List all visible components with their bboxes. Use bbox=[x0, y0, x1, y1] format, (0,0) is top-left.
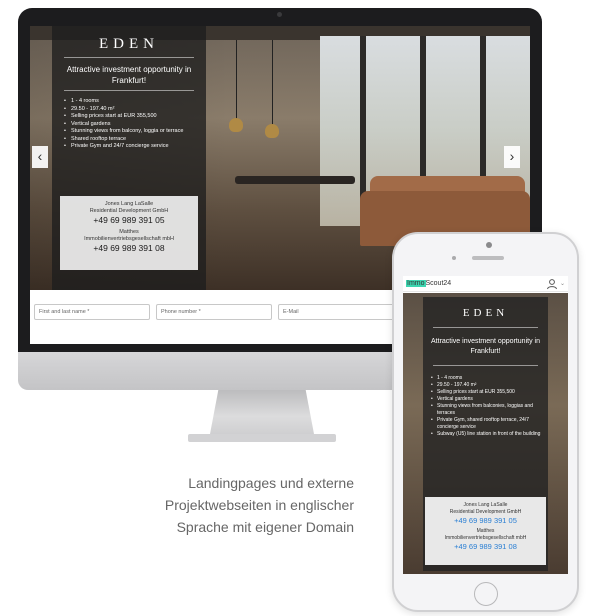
phone-sensor bbox=[452, 256, 456, 260]
phone-info-panel: EDEN Attractive investment opportunity i… bbox=[423, 297, 548, 571]
home-button[interactable] bbox=[474, 582, 498, 606]
mobile-phone: ImmoScout24 ⌄ EDEN Attractive investment… bbox=[392, 232, 579, 612]
email-field[interactable]: E-Mail bbox=[278, 304, 394, 320]
caption-line: Landingpages und externe bbox=[188, 475, 354, 491]
feature-item: Private Gym, shared rooftop terrace, 24/… bbox=[431, 417, 544, 431]
chevron-down-icon: ⌄ bbox=[559, 281, 565, 287]
phone-screen: ImmoScout24 ⌄ EDEN Attractive investment… bbox=[403, 276, 568, 574]
pendant-cord bbox=[272, 40, 273, 126]
contact-box: Jones Lang LaSalle Residential Developme… bbox=[425, 497, 546, 565]
feature-item: Stunning views from balcony, loggia or t… bbox=[64, 128, 198, 136]
contact-phone-link[interactable]: +49 69 989 391 05 bbox=[60, 215, 198, 226]
feature-item: Vertical gardens bbox=[64, 121, 198, 129]
contact-company-sub: Residential Development GmbH bbox=[449, 509, 522, 515]
feature-list: 1 - 4 rooms 29.50 - 197.40 m² Selling pr… bbox=[431, 375, 544, 438]
slider-next-button[interactable]: › bbox=[504, 146, 520, 168]
phone-speaker bbox=[472, 256, 504, 260]
monitor-camera bbox=[277, 12, 282, 17]
pendant-lamp bbox=[229, 118, 243, 132]
monitor-stand bbox=[210, 390, 314, 434]
dining-table bbox=[235, 176, 355, 184]
contact-company-sub: Immobilienvertriebsgesellschaft mbH bbox=[84, 236, 174, 242]
tagline: Attractive investment opportunity in Fra… bbox=[431, 338, 540, 355]
feature-item: 1 - 4 rooms bbox=[64, 98, 198, 106]
feature-item: Subway (U5) line station in front of the… bbox=[431, 431, 544, 438]
feature-item: 29.50 - 197.40 m² bbox=[64, 106, 198, 114]
contact-company-sub: Residential Development GmbH bbox=[89, 208, 169, 214]
app-header: ImmoScout24 ⌄ bbox=[403, 276, 568, 292]
divider bbox=[64, 90, 194, 91]
feature-item: Vertical gardens bbox=[431, 396, 544, 403]
feature-item: 29.50 - 197.40 m² bbox=[431, 382, 544, 389]
pendant-lamp bbox=[265, 124, 279, 138]
contact-company: Jones Lang LaSalle bbox=[463, 502, 508, 508]
divider bbox=[64, 57, 194, 58]
contact-box: Jones Lang LaSalle Residential Developme… bbox=[60, 196, 198, 270]
feature-item: Private Gym and 24/7 concierge service bbox=[64, 143, 198, 151]
slider-prev-button[interactable]: ‹ bbox=[32, 146, 48, 168]
feature-item: 1 - 4 rooms bbox=[431, 375, 544, 382]
contact-company: Matthes bbox=[476, 528, 495, 534]
phone-hero: EDEN Attractive investment opportunity i… bbox=[403, 293, 568, 574]
feature-item: Stunning views from balconies, loggias a… bbox=[431, 403, 544, 417]
name-field[interactable]: First and last name * bbox=[34, 304, 150, 320]
info-panel: EDEN Attractive investment opportunity i… bbox=[52, 26, 206, 290]
brand-logo: EDEN bbox=[99, 36, 159, 52]
divider bbox=[433, 365, 538, 366]
immoscout-logo[interactable]: ImmoScout24 bbox=[406, 279, 451, 288]
brand-logo: EDEN bbox=[462, 307, 509, 319]
phone-camera bbox=[486, 242, 492, 248]
divider bbox=[433, 327, 538, 328]
caption: Landingpages und externe Projektwebseite… bbox=[70, 472, 354, 538]
feature-list: 1 - 4 rooms 29.50 - 197.40 m² Selling pr… bbox=[64, 98, 198, 151]
monitor-stand-base bbox=[188, 434, 336, 442]
contact-phone-link[interactable]: +49 69 989 391 08 bbox=[60, 243, 198, 254]
phone-field[interactable]: Phone number * bbox=[156, 304, 272, 320]
tagline: Attractive investment opportunity in Fra… bbox=[66, 65, 192, 85]
logo-highlight: Immo bbox=[406, 280, 426, 287]
feature-item: Selling prices start at EUR 355,500 bbox=[431, 389, 544, 396]
contact-company: Matthes bbox=[119, 229, 139, 235]
caption-line: Projektwebseiten in englischer bbox=[164, 497, 354, 513]
user-icon[interactable] bbox=[546, 278, 558, 290]
feature-item: Selling prices start at EUR 355,500 bbox=[64, 113, 198, 121]
pendant-cord bbox=[236, 40, 237, 120]
logo-text: Scout24 bbox=[425, 280, 452, 287]
contact-company-sub: Immobilienvertriebsgesellschaft mbH bbox=[444, 535, 527, 541]
caption-line: Sprache mit eigener Domain bbox=[176, 519, 354, 535]
contact-phone-link[interactable]: +49 69 989 391 08 bbox=[425, 542, 546, 552]
contact-company: Jones Lang LaSalle bbox=[104, 201, 154, 207]
chevron-right-icon: › bbox=[509, 148, 515, 164]
chevron-left-icon: ‹ bbox=[37, 148, 43, 164]
feature-item: Shared rooftop terrace bbox=[64, 136, 198, 144]
contact-phone-link[interactable]: +49 69 989 391 05 bbox=[425, 516, 546, 526]
